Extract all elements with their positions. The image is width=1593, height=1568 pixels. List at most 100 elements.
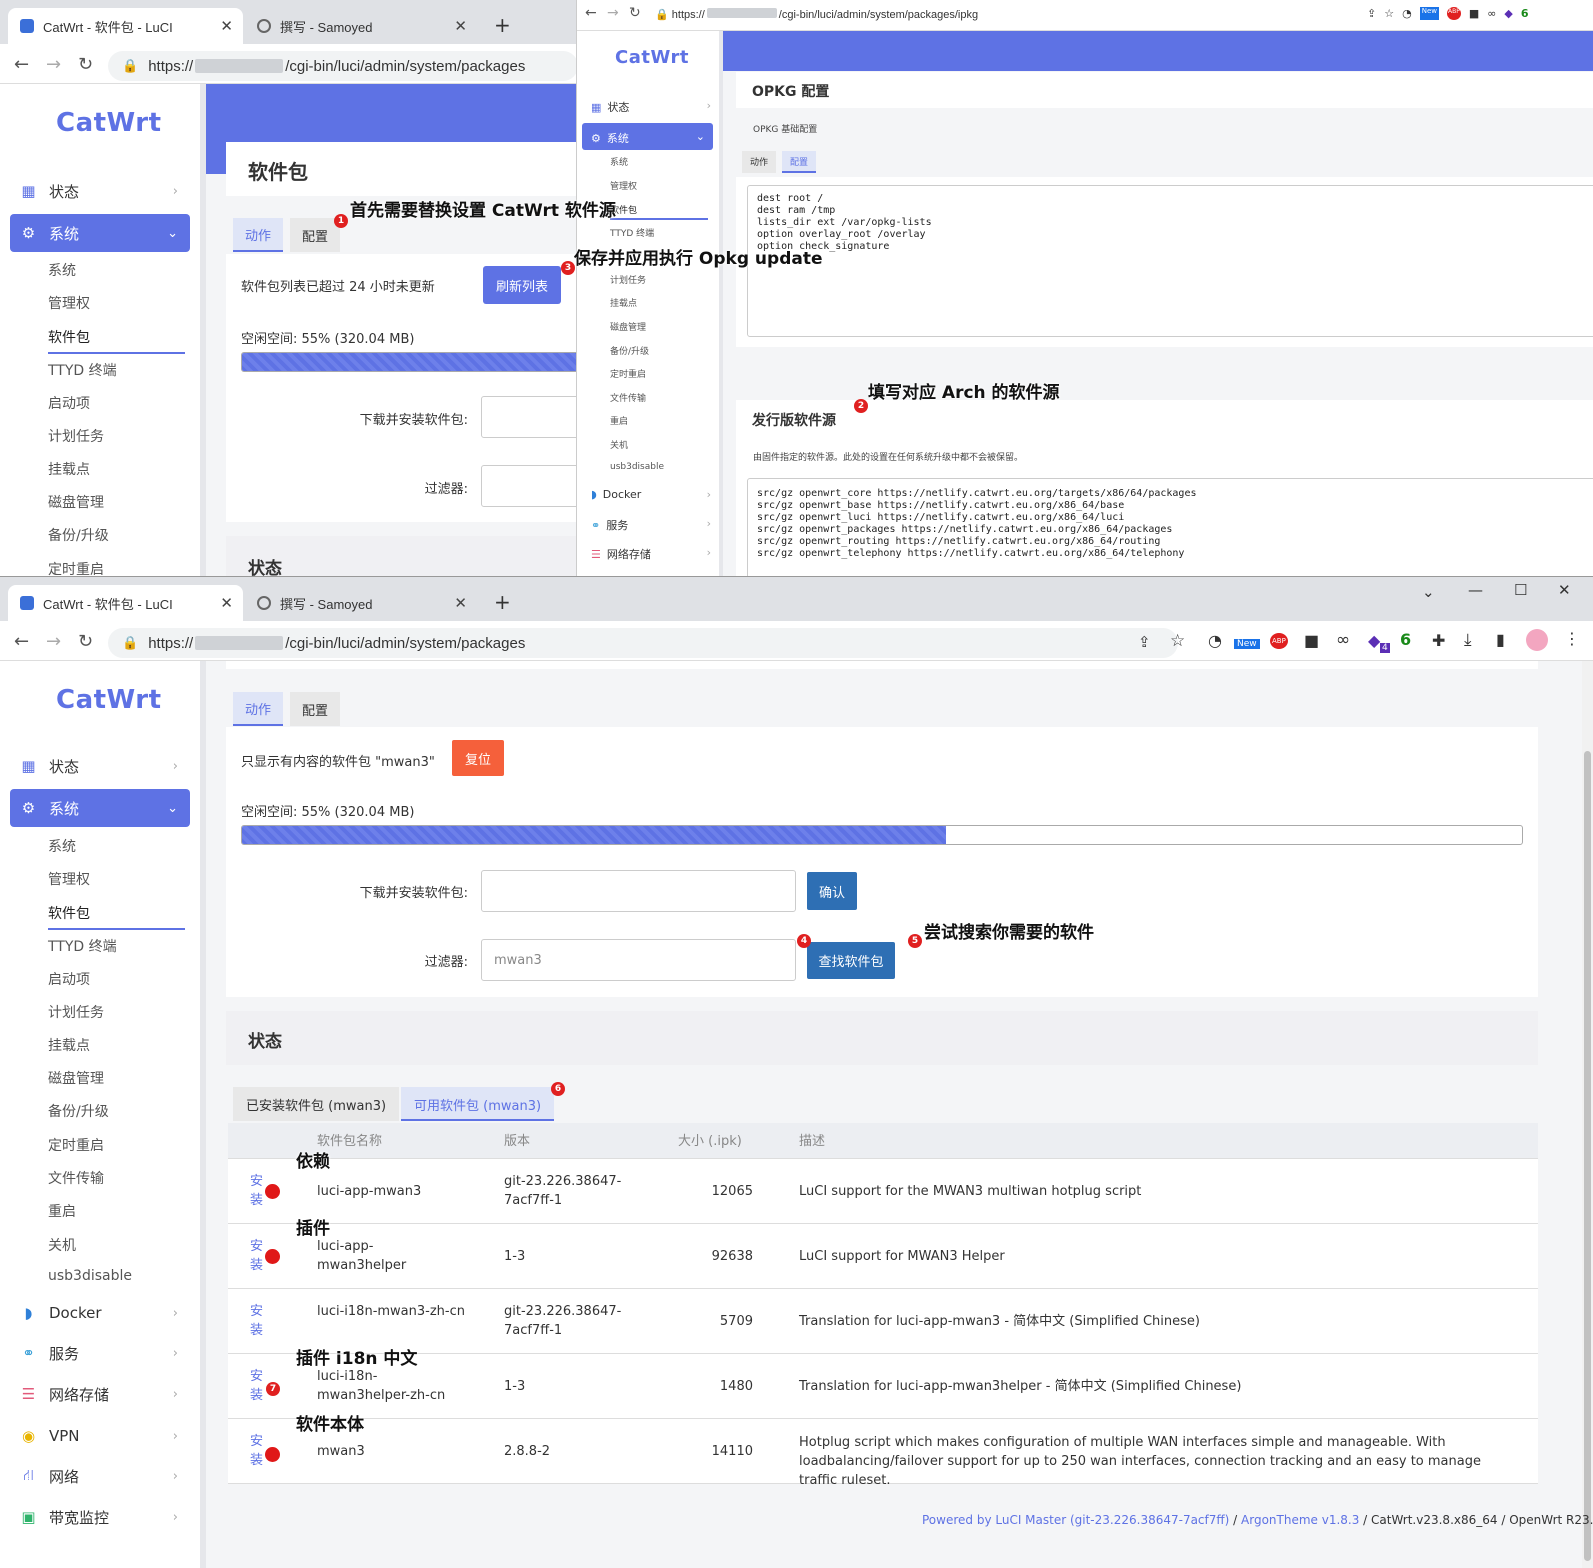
nav-services[interactable]: ⚭ 服务 ›: [591, 517, 711, 533]
game-icon[interactable]: ■: [1304, 631, 1319, 650]
reload-icon[interactable]: ↻: [629, 5, 641, 21]
sub-shutdown[interactable]: 关机: [48, 1235, 76, 1255]
nav-network[interactable]: ⛙ 网络 ›: [10, 1457, 190, 1495]
nav-status[interactable]: ▦ 状态 ›: [10, 747, 190, 785]
close-tab-icon[interactable]: ✕: [454, 17, 467, 35]
sub-cron[interactable]: 计划任务: [48, 1002, 104, 1022]
sub-admin[interactable]: 管理权: [48, 293, 90, 313]
sub-ttyd[interactable]: TTYD 终端: [610, 226, 654, 239]
share-icon[interactable]: ⇪: [1138, 633, 1151, 651]
tab-installed-packages[interactable]: 已安装软件包 (mwan3): [233, 1087, 400, 1121]
nav-nas[interactable]: ☰ 网络存储 ›: [591, 546, 711, 562]
luci-link[interactable]: Powered by LuCI Master (git-23.226.38647…: [922, 1513, 1229, 1527]
nav-docker[interactable]: ◗ Docker ›: [591, 488, 711, 501]
sub-mounts[interactable]: 挂载点: [610, 296, 637, 309]
sub-backup[interactable]: 备份/升级: [48, 1101, 109, 1121]
new-tab-button[interactable]: +: [494, 590, 511, 614]
nav-vpn[interactable]: ◉ VPN ›: [10, 1417, 190, 1455]
sub-file-transfer[interactable]: 文件传输: [48, 1168, 104, 1188]
adblock-icon[interactable]: ABP: [1446, 7, 1461, 20]
sub-reboot-timer[interactable]: 定时重启: [610, 367, 646, 380]
tab-actions[interactable]: 动作: [233, 218, 284, 252]
url-field[interactable]: 🔒 https:///cgi-bin/luci/admin/system/pac…: [108, 51, 576, 81]
close-window-icon[interactable]: ✕: [1558, 581, 1571, 599]
sub-usb3disable[interactable]: usb3disable: [610, 462, 664, 472]
install-link[interactable]: 安装: [250, 1172, 266, 1210]
nav-system[interactable]: ⚙ 系统 ⌄: [10, 214, 190, 252]
sub-disk[interactable]: 磁盘管理: [48, 1068, 104, 1088]
refresh-list-button[interactable]: 刷新列表: [483, 266, 561, 304]
forward-icon[interactable]: →: [607, 5, 619, 21]
hat-icon[interactable]: ◆: [1368, 631, 1380, 650]
reload-icon[interactable]: ↻: [78, 54, 93, 75]
sub-system[interactable]: 系统: [610, 155, 628, 168]
sub-cron[interactable]: 计划任务: [48, 426, 104, 446]
filter-input[interactable]: [481, 465, 576, 507]
nav-system[interactable]: ⚙ 系统 ⌄: [582, 123, 713, 150]
nav-services[interactable]: ⚭ 服务 ›: [10, 1334, 190, 1372]
forward-icon[interactable]: →: [46, 631, 61, 652]
install-link[interactable]: 安装: [250, 1237, 266, 1275]
url-field[interactable]: 🔒 https:///cgi-bin/luci/admin/system/pac…: [108, 628, 1178, 658]
speed-icon[interactable]: ◔: [1208, 631, 1222, 650]
tab-search-icon[interactable]: ⌄: [1422, 583, 1435, 601]
opkg-tab-config[interactable]: 配置: [782, 151, 817, 173]
download-icon[interactable]: ⤓: [1464, 630, 1472, 650]
sub-reboot[interactable]: 重启: [48, 1201, 76, 1221]
infinity-icon[interactable]: ∞: [1336, 630, 1350, 650]
sub-ttyd[interactable]: TTYD 终端: [48, 936, 117, 956]
nav-status[interactable]: ▦ 状态 ›: [591, 99, 711, 115]
tab-samoyed[interactable]: 撰写 - Samoyed ✕: [245, 8, 477, 44]
tab-catwrt[interactable]: CatWrt - 软件包 - LuCI ✕: [8, 8, 243, 44]
install-link[interactable]: 安装: [250, 1302, 266, 1340]
sub-packages[interactable]: 软件包: [48, 327, 185, 354]
search-packages-button[interactable]: 查找软件包: [807, 942, 895, 979]
sub-file-transfer[interactable]: 文件传输: [610, 391, 646, 404]
sub-startup[interactable]: 启动项: [48, 969, 90, 989]
back-icon[interactable]: ←: [14, 631, 29, 652]
speed-icon[interactable]: ◔: [1402, 7, 1412, 20]
sub-mounts[interactable]: 挂载点: [48, 1035, 90, 1055]
sidepanel-icon[interactable]: ▮: [1496, 630, 1505, 649]
install-link[interactable]: 安装: [250, 1367, 266, 1405]
maximize-icon[interactable]: ☐: [1514, 581, 1527, 599]
sub-reboot-timer[interactable]: 定时重启: [48, 1135, 104, 1155]
download-input[interactable]: [481, 396, 576, 438]
tab-actions[interactable]: 动作: [233, 692, 284, 726]
hat-icon[interactable]: ◆: [1504, 7, 1512, 20]
tab-config[interactable]: 配置: [290, 692, 341, 726]
puzzle-icon[interactable]: ✚: [1432, 631, 1445, 650]
sub-mounts[interactable]: 挂载点: [48, 459, 90, 479]
tab-available-packages[interactable]: 可用软件包 (mwan3): [401, 1087, 555, 1121]
opkg-tab-actions[interactable]: 动作: [742, 151, 777, 173]
new-tab-button[interactable]: +: [494, 13, 511, 37]
nav-status[interactable]: ▦ 状态 ›: [10, 172, 190, 210]
tab-samoyed[interactable]: 撰写 - Samoyed ✕: [245, 585, 477, 621]
page-scrollbar[interactable]: [1582, 661, 1593, 1568]
reload-icon[interactable]: ↻: [78, 631, 93, 652]
sub-admin[interactable]: 管理权: [610, 179, 637, 192]
download-input[interactable]: [481, 870, 796, 912]
sub-system[interactable]: 系统: [48, 260, 76, 280]
filter-input[interactable]: mwan3: [481, 939, 796, 981]
back-icon[interactable]: ←: [14, 54, 29, 75]
minimize-icon[interactable]: —: [1468, 581, 1483, 599]
install-link[interactable]: 安装: [250, 1432, 266, 1470]
close-tab-icon[interactable]: ✕: [454, 594, 467, 612]
forward-icon[interactable]: →: [46, 54, 61, 75]
tab-config[interactable]: 配置: [290, 218, 341, 252]
sub-packages[interactable]: 软件包: [48, 903, 185, 930]
nav-nas[interactable]: ☰ 网络存储 ›: [10, 1375, 190, 1413]
sub-startup[interactable]: 启动项: [48, 393, 90, 413]
avatar[interactable]: [1526, 629, 1548, 651]
url-field[interactable]: 🔒 https:///cgi-bin/luci/admin/system/pac…: [655, 8, 978, 21]
menu-icon[interactable]: ⋮: [1564, 629, 1580, 648]
sub-usb3disable[interactable]: usb3disable: [48, 1268, 132, 1284]
theme-link[interactable]: ArgonTheme v1.8.3: [1241, 1513, 1359, 1527]
star-icon[interactable]: ☆: [1170, 631, 1185, 651]
nav-docker[interactable]: ◗ Docker ›: [10, 1294, 190, 1332]
star-icon[interactable]: ☆: [1384, 7, 1394, 20]
dist-feeds-textarea[interactable]: src/gz openwrt_core https://netlify.catw…: [747, 478, 1593, 576]
tab-catwrt[interactable]: CatWrt - 软件包 - LuCI ✕: [8, 585, 243, 621]
close-tab-icon[interactable]: ✕: [220, 17, 233, 35]
